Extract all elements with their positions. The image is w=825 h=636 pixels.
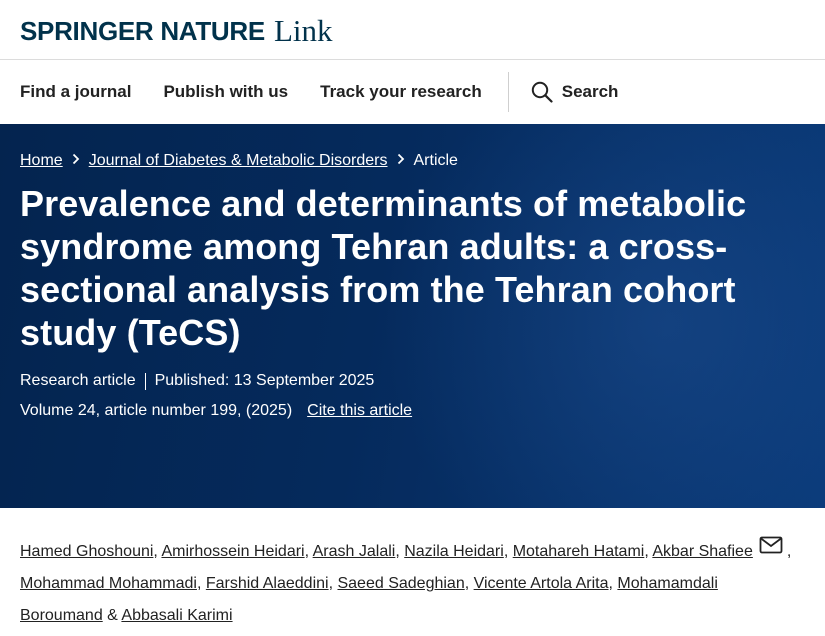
nav-divider (507, 72, 509, 112)
breadcrumb-journal[interactable]: Journal of Diabetes & Metabolic Disorder… (89, 152, 388, 170)
breadcrumb-home[interactable]: Home (20, 152, 63, 170)
author-link[interactable]: Abbasali Karimi (121, 607, 232, 624)
author-final-separator: & (102, 607, 122, 625)
logo-brand-text: SPRINGER NATURE (20, 15, 265, 46)
springer-nature-link-logo[interactable]: SPRINGER NATURE Link (20, 12, 333, 48)
author-link[interactable]: Arash Jalali (313, 543, 396, 560)
volume-info: Volume 24, article number 199, (2025) (20, 402, 293, 419)
author-link[interactable]: Farshid Alaeddini (206, 575, 329, 592)
author-separator: , (786, 543, 792, 561)
author-separator: , (196, 575, 206, 593)
logo-product-text: Link (273, 12, 333, 48)
published-date: Published: 13 September 2025 (154, 372, 375, 389)
article-header: Home Journal of Diabetes & Metabolic Dis… (0, 124, 825, 508)
main-navigation: Find a journal Publish with us Track you… (0, 60, 825, 124)
author-list: Hamed Ghoshouni, Amirhossein Heidari, Ar… (0, 508, 825, 632)
author-link[interactable]: Akbar Shafiee (652, 543, 753, 560)
cite-this-article-link[interactable]: Cite this article (307, 402, 412, 420)
author-link[interactable]: Saeed Sadeghian (337, 575, 464, 592)
search-button[interactable]: Search (531, 81, 619, 103)
article-title: Prevalence and determinants of metabolic… (20, 183, 747, 353)
author-separator: , (464, 575, 474, 593)
search-label: Search (561, 82, 619, 101)
author-link[interactable]: Hamed Ghoshouni (20, 543, 153, 560)
author-separator: , (503, 543, 513, 561)
meta-divider (144, 372, 146, 390)
author-link[interactable]: Motahareh Hatami (513, 543, 645, 560)
nav-find-journal[interactable]: Find a journal (20, 82, 131, 102)
chevron-right-icon (72, 153, 80, 168)
author-link[interactable]: Mohammad Mohammadi (20, 575, 197, 592)
author-link[interactable]: Amirhossein Heidari (161, 543, 304, 560)
chevron-right-icon (397, 153, 405, 168)
nav-publish-with-us[interactable]: Publish with us (163, 82, 288, 102)
author-separator: , (304, 543, 313, 561)
site-header: SPRINGER NATURE Link (0, 0, 825, 60)
search-icon (531, 81, 553, 103)
nav-track-research[interactable]: Track your research (320, 82, 482, 102)
author-link[interactable]: Vicente Artola Arita (474, 575, 609, 592)
article-citation-info: Volume 24, article number 199, (2025) Ci… (20, 402, 805, 420)
author-separator: , (395, 543, 405, 561)
mail-icon[interactable] (759, 534, 783, 566)
breadcrumb: Home Journal of Diabetes & Metabolic Dis… (20, 152, 805, 170)
article-type: Research article (20, 372, 136, 389)
author-link[interactable]: Nazila Heidari (404, 543, 504, 560)
article-meta: Research article Published: 13 September… (20, 372, 805, 390)
breadcrumb-current: Article (413, 152, 458, 169)
